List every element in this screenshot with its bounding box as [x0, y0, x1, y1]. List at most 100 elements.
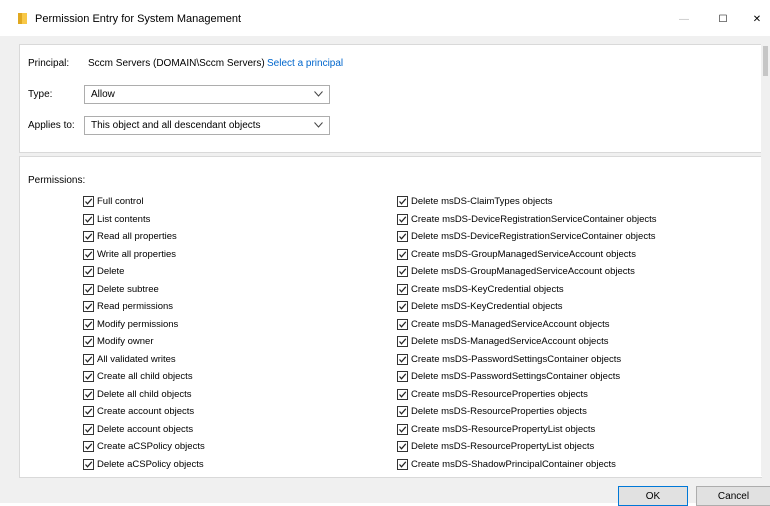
permission-item[interactable]: Delete msDS-ResourcePropertyList objects	[397, 438, 594, 455]
permission-item[interactable]: Create msDS-ShadowPrincipalContainer obj…	[397, 456, 616, 473]
select-principal-link[interactable]: Select a principal	[267, 58, 343, 69]
vertical-scrollbar[interactable]	[761, 36, 770, 476]
checkbox[interactable]	[83, 213, 94, 225]
minimize-button[interactable]: —	[664, 8, 704, 30]
permission-item[interactable]: Create msDS-PasswordSettingsContainer ob…	[397, 351, 621, 368]
checkbox[interactable]	[397, 353, 408, 365]
permission-item[interactable]: List contents	[83, 211, 150, 228]
checkbox[interactable]	[397, 231, 408, 242]
checkbox[interactable]	[397, 441, 408, 452]
permission-item[interactable]: Create msDS-KeyCredential objects	[397, 281, 564, 298]
permission-item[interactable]: Create all child objects	[83, 368, 193, 385]
permission-item[interactable]: Create msDS-ManagedServiceAccount object…	[397, 316, 610, 333]
permission-label: Delete subtree	[97, 283, 159, 295]
permission-item[interactable]: Delete msDS-KeyCredential objects	[397, 298, 563, 315]
permission-label: Create msDS-PasswordSettingsContainer ob…	[411, 353, 622, 365]
checkbox[interactable]	[83, 423, 94, 435]
checkbox[interactable]	[397, 406, 408, 417]
permission-label: Delete	[97, 266, 125, 277]
permission-label: Read permissions	[97, 301, 174, 312]
checkbox[interactable]	[397, 336, 408, 347]
checkbox[interactable]	[397, 318, 408, 330]
permission-item[interactable]: Read all properties	[83, 228, 177, 245]
checkbox[interactable]	[397, 266, 408, 277]
checkbox[interactable]	[83, 248, 94, 260]
permission-item[interactable]: Delete msDS-ClaimTypes objects	[397, 193, 553, 210]
permission-item[interactable]: Delete msDS-DeviceRegistrationServiceCon…	[397, 228, 655, 245]
permission-item[interactable]: Create account objects	[83, 403, 194, 420]
permission-item[interactable]: Delete msDS-PasswordSettingsContainer ob…	[397, 368, 620, 385]
permission-item[interactable]: Delete all child objects	[83, 386, 192, 403]
scrollbar-thumb[interactable]	[763, 46, 768, 76]
checkmark-icon	[399, 355, 407, 363]
permission-label: Create msDS-ResourcePropertyList objects	[411, 423, 596, 435]
checkbox[interactable]	[83, 231, 94, 242]
checkbox[interactable]	[83, 371, 94, 382]
permission-item[interactable]: Delete account objects	[83, 421, 193, 438]
permission-label: Create msDS-ManagedServiceAccount object…	[411, 318, 610, 330]
permission-item[interactable]: Write all properties	[83, 246, 176, 263]
permission-label: Delete msDS-ClaimTypes objects	[411, 196, 553, 207]
checkbox[interactable]	[397, 423, 408, 435]
permission-label: Delete aCSPolicy objects	[97, 458, 204, 470]
permission-item[interactable]: Delete msDS-ResourceProperties objects	[397, 403, 587, 420]
permission-item[interactable]: Delete msDS-GroupManagedServiceAccount o…	[397, 263, 635, 280]
permission-item[interactable]: Read permissions	[83, 298, 173, 315]
checkbox[interactable]	[397, 213, 408, 225]
applies-to-select[interactable]: This object and all descendant objects	[84, 116, 330, 135]
permission-item[interactable]: Create msDS-ResourcePropertyList objects	[397, 421, 595, 438]
checkmark-icon	[399, 443, 407, 450]
permission-item[interactable]: Modify permissions	[83, 316, 178, 333]
permission-label: Delete account objects	[97, 423, 194, 435]
window-title: Permission Entry for System Management	[35, 13, 242, 25]
permission-item[interactable]: Modify owner	[83, 333, 154, 350]
checkbox[interactable]	[83, 458, 94, 470]
permission-item[interactable]: Delete msDS-ManagedServiceAccount object…	[397, 333, 608, 350]
checkbox[interactable]	[397, 458, 408, 470]
permission-label: Delete msDS-ResourcePropertyList objects	[411, 441, 595, 452]
checkmark-icon	[399, 320, 407, 328]
checkbox[interactable]	[83, 196, 94, 207]
permission-label: Modify owner	[97, 336, 154, 347]
checkbox[interactable]	[397, 388, 408, 400]
checkbox[interactable]	[83, 441, 94, 452]
type-select[interactable]: Allow	[84, 85, 330, 104]
ok-button[interactable]: OK	[618, 486, 688, 506]
checkbox[interactable]	[83, 283, 94, 295]
permission-item[interactable]: Delete	[83, 263, 124, 280]
permission-item[interactable]: Create msDS-GroupManagedServiceAccount o…	[397, 246, 636, 263]
cancel-button[interactable]: Cancel	[696, 486, 770, 506]
permission-item[interactable]: Create aCSPolicy objects	[83, 438, 205, 455]
permission-item[interactable]: Delete aCSPolicy objects	[83, 456, 204, 473]
title-bar: Permission Entry for System Management —…	[0, 0, 770, 36]
checkmark-icon	[85, 303, 93, 310]
checkmark-icon	[399, 408, 407, 415]
permission-item[interactable]: Delete subtree	[83, 281, 159, 298]
checkbox[interactable]	[397, 301, 408, 312]
permission-label: Create msDS-ShadowPrincipalContainer obj…	[411, 458, 616, 470]
checkbox[interactable]	[83, 318, 94, 330]
checkbox[interactable]	[397, 371, 408, 382]
checkbox[interactable]	[397, 248, 408, 260]
checkbox[interactable]	[397, 283, 408, 295]
permission-label: Write all properties	[97, 248, 177, 260]
checkbox[interactable]	[83, 301, 94, 312]
checkbox[interactable]	[83, 406, 94, 417]
permission-item[interactable]: Create msDS-DeviceRegistrationServiceCon…	[397, 211, 657, 228]
checkbox[interactable]	[83, 353, 94, 365]
permission-item[interactable]: Full control	[83, 193, 143, 210]
checkbox[interactable]	[83, 388, 94, 400]
checkbox[interactable]	[397, 196, 408, 207]
checkmark-icon	[85, 390, 93, 398]
checkmark-icon	[399, 303, 407, 310]
checkbox[interactable]	[83, 266, 94, 277]
close-button[interactable]: ✕	[737, 8, 770, 30]
permission-label: Create all child objects	[97, 371, 193, 382]
dialog-content: Principal: Sccm Servers (DOMAIN\Sccm Ser…	[0, 36, 770, 506]
principal-label: Principal:	[28, 58, 70, 69]
permission-item[interactable]: Create msDS-ResourceProperties objects	[397, 386, 588, 403]
permission-item[interactable]: All validated writes	[83, 351, 176, 368]
principal-value: Sccm Servers (DOMAIN\Sccm Servers)	[88, 58, 265, 69]
folder-icon	[18, 13, 27, 24]
checkbox[interactable]	[83, 336, 94, 347]
